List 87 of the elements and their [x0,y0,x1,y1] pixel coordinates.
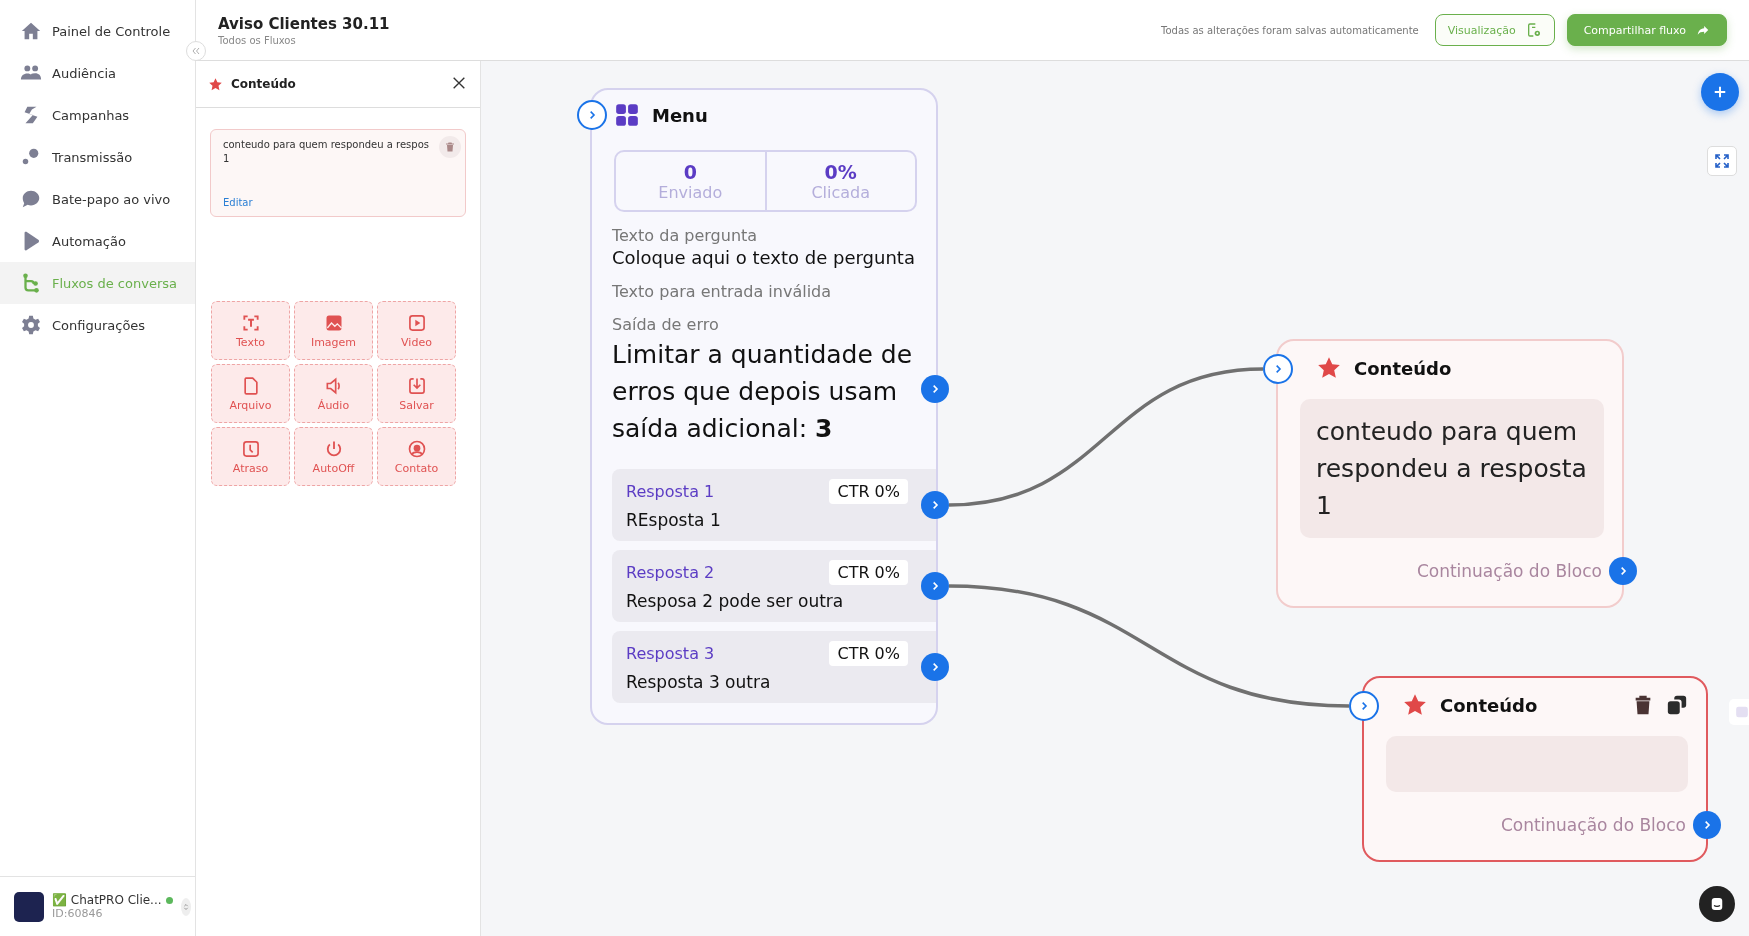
flow-icon [20,272,42,294]
block-tool[interactable]: AutoOff [294,427,373,486]
input-port[interactable] [1349,691,1379,721]
stat-label: Enviado [658,182,723,202]
output-port[interactable] [1693,811,1721,839]
grid-icon [614,102,640,128]
fullscreen-button[interactable] [1707,146,1737,176]
field-label: Texto da pergunta [612,226,759,245]
play-square-icon [406,312,427,333]
message-text: conteudo para quem respondeu a respos [223,138,429,152]
block-tool[interactable]: Salvar [377,364,456,423]
output-port[interactable] [921,375,949,403]
save-status: Todas as alterações foram salvas automaticamente [1161,24,1419,36]
expand-icon [1714,153,1730,169]
sidebar-item[interactable]: Bate-papo ao vivo [0,178,195,220]
document-eye-icon [1525,22,1542,38]
output-port[interactable] [921,572,949,600]
close-icon [451,75,467,91]
copy-icon [1666,694,1688,716]
output-port[interactable] [921,653,949,681]
node-title: Conteúdo [1354,357,1453,379]
ctr-badge: CTR 0% [829,479,908,504]
avatar [14,891,44,922]
response-title: Resposta 3 [626,644,715,663]
chat-button[interactable] [1699,886,1735,922]
preview-button[interactable]: Visualização [1434,14,1555,46]
response-text: REsposta 1 [626,510,722,530]
add-button[interactable] [1701,73,1739,111]
field-value: Coloque aqui o texto de pergunta [612,247,916,268]
ctr-badge: CTR 0% [829,560,908,585]
sidebar-item[interactable]: Automação [0,220,195,262]
block-tool[interactable]: Video [377,301,456,360]
account-id: ID:60846 [52,907,104,920]
chat-bubble-icon [20,188,42,210]
star-icon [208,76,223,92]
sidebar-item[interactable]: Transmissão [0,136,195,178]
download-icon [406,375,427,396]
response-text: Resposta 3 outra [626,672,772,692]
trash-icon [444,141,456,153]
node-title: Menu [652,104,709,126]
block-tool[interactable]: Texto [211,301,290,360]
stat-label: Clicada [811,182,871,202]
settings-icon [20,314,42,336]
star-icon [1402,692,1428,718]
sidebar-item[interactable]: Campanhas [0,94,195,136]
output-port[interactable] [921,491,949,519]
input-port[interactable] [577,100,607,130]
field-value: Limitar a quantidade de erros que depois usam saída adicional: 3 [612,339,914,445]
sidebar-item[interactable]: Configurações [0,304,195,346]
text-box: conteudo para quem respondeu a resposta 1 [1300,399,1604,538]
ctr-badge: CTR 0% [829,641,908,666]
clock-icon [240,438,261,459]
block-tool[interactable]: Arquivo [211,364,290,423]
sidebar-item[interactable]: Fluxos de conversa [0,262,195,304]
account-name: ✅ ChatPRO Clie... [52,893,162,907]
response-title: Resposta 1 [626,482,715,501]
account-switch-button[interactable] [180,897,191,916]
sidebar-item[interactable]: Painel de Controle [0,10,195,52]
sidebar-item[interactable]: Audiência [0,52,195,94]
breadcrumb: Todos os Fluxos [218,34,297,46]
edit-link[interactable]: Editar [223,197,253,208]
block-tool[interactable]: Contato [377,427,456,486]
continuation-label: Continuação do Bloco [1500,815,1686,835]
response-title: Resposta 2 [626,563,715,582]
house-icon [20,20,42,42]
stat-value: 0% [824,160,857,183]
block-tool[interactable]: Áudio [294,364,373,423]
star-icon [1316,355,1342,381]
response-text: Resposa 2 pode ser outra [626,591,845,611]
duplicate-button[interactable] [1666,694,1688,716]
share-arrow-icon [1696,23,1710,37]
panel-title: Conteúdo [231,77,297,91]
text-frame-icon [240,312,261,333]
field-label: Texto para entrada inválida [612,282,833,301]
share-button[interactable]: Compartilhar fluxo [1566,14,1727,46]
node-title: Conteúdo [1440,694,1539,716]
user-circle-icon [406,438,427,459]
input-port[interactable] [1263,354,1293,384]
stat-value: 0 [683,160,697,183]
field-label: Saída de erro [612,315,720,334]
continuation-label: Continuação do Bloco [1416,561,1602,581]
block-tool[interactable]: Atraso [211,427,290,486]
flow-title: Aviso Clientes 30.11 [218,14,391,33]
double-chevron-icon [190,45,202,57]
message-text: 1 [223,152,231,166]
block-tool[interactable]: Imagem [294,301,373,360]
output-port[interactable] [1609,557,1637,585]
